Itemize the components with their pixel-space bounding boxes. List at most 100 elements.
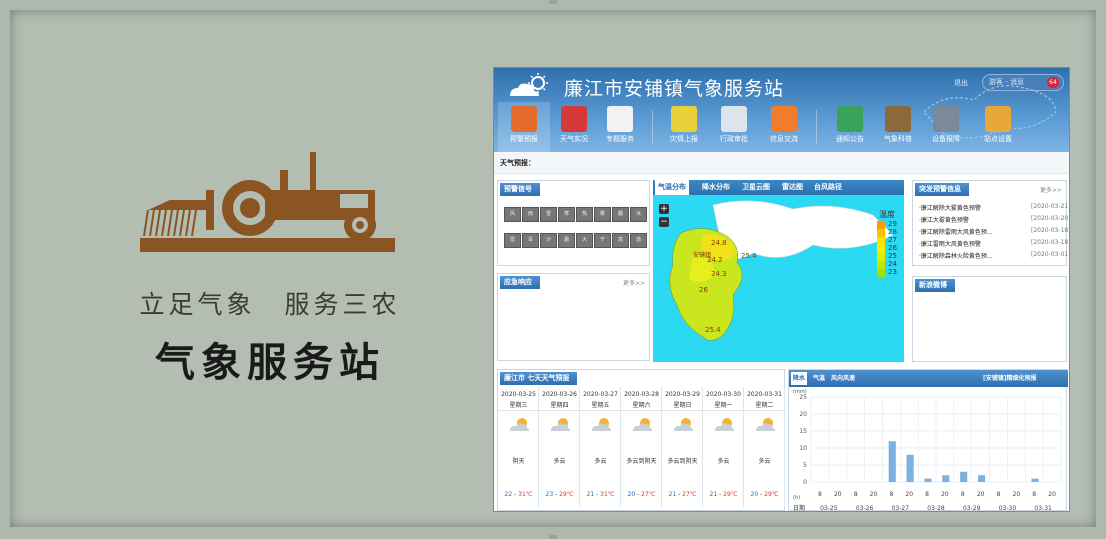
bottom-handle xyxy=(549,535,557,539)
nav-label: 通知公告 xyxy=(836,135,864,143)
legend-label: 28 xyxy=(888,228,897,236)
warning-signal-icon[interactable]: 高 xyxy=(612,233,629,248)
main-nav: 预警预报 天气实况 专题服务 灾情上报 行政审批 信息交流 通知公告 气象科普 … xyxy=(494,102,1069,152)
day-condition: 多云 xyxy=(594,458,607,465)
nav-item-disaster[interactable]: 灾情上报 xyxy=(658,102,710,152)
tab-temp[interactable]: 气温 xyxy=(811,372,827,385)
nav-label: 灾情上报 xyxy=(670,135,698,143)
alert-date: [2020-03-18] xyxy=(1031,227,1070,234)
alert-date: [2020-03-21] xyxy=(1031,203,1070,210)
tab-wind[interactable]: 风向风速 xyxy=(829,372,857,385)
more-link[interactable]: 更多>> xyxy=(623,278,645,287)
tractor-logo xyxy=(140,152,395,252)
warning-signal-icon[interactable]: 霜 xyxy=(558,233,575,248)
hour-unit-label: (h) xyxy=(793,495,800,501)
warning-signal-icon[interactable]: 寒 xyxy=(558,207,575,222)
header-bar: 廉江市安铺镇气象服务站 退出 游客 - 消息 64 预警预报 天气实况 专题服务… xyxy=(494,68,1069,152)
temperature-map xyxy=(669,200,894,341)
legend-swatch xyxy=(877,253,885,261)
warning-signal-icon[interactable]: 风 xyxy=(504,207,521,222)
rain-panel-title: [安铺镇]精细化预报 xyxy=(983,375,1037,382)
tab-temperature[interactable]: 气温分布 xyxy=(655,180,689,195)
warning-signal-icon[interactable]: 冰 xyxy=(630,207,647,222)
alert-item[interactable]: ·廉江雷雨大风黄色预警 [2020-03-18] xyxy=(919,239,1069,248)
nav-item-forecast[interactable]: 预警预报 xyxy=(498,102,550,152)
rain-bar xyxy=(888,441,896,482)
day-weekday: 星期五 xyxy=(591,402,610,409)
nav-item-special[interactable]: 专题服务 xyxy=(594,102,646,152)
day-condition: 多云到阴天 xyxy=(667,458,698,465)
date-tick-label: 03-30 xyxy=(999,505,1017,512)
hour-tick-label: 8 xyxy=(854,491,858,498)
alert-item[interactable]: ·廉江解除森林火险黄色预... [2020-03-01] xyxy=(919,251,1069,260)
nav-separator xyxy=(652,110,653,144)
zoom-in-button[interactable]: + xyxy=(659,204,669,214)
panel-title: 新浪微博 xyxy=(915,279,955,292)
legend-label: 23 xyxy=(888,268,897,276)
tab-typhoon[interactable]: 台风路径 xyxy=(811,180,845,195)
hour-tick-label: 20 xyxy=(870,491,878,498)
alert-item[interactable]: ·廉江解除大雾黄色预警 [2020-03-21] xyxy=(919,203,1069,212)
zoom-out-button[interactable]: − xyxy=(659,217,669,227)
hour-tick-label: 8 xyxy=(1032,491,1036,498)
day-temperature: 23 - 29℃ xyxy=(545,491,574,498)
nav-item-repair[interactable]: 设备报障 xyxy=(920,102,972,152)
nav-item-notice[interactable]: 通知公告 xyxy=(824,102,876,152)
legend-label: 29 xyxy=(888,220,897,228)
y-tick-label: 10 xyxy=(799,445,807,452)
date-tick-label: 03-26 xyxy=(856,505,874,512)
date-tick-label: 03-29 xyxy=(963,505,981,512)
nav-item-settings[interactable]: 站点设置 xyxy=(972,102,1024,152)
tab-rain[interactable]: 降水 xyxy=(791,372,808,385)
warning-signal-icon[interactable]: 旱 xyxy=(522,233,539,248)
warning-signal-icon[interactable]: 雾 xyxy=(594,207,611,222)
warning-signal-icon[interactable]: 干 xyxy=(594,233,611,248)
nav-item-exchange[interactable]: 信息交流 xyxy=(758,102,810,152)
hour-tick-label: 8 xyxy=(961,491,965,498)
hour-tick-label: 8 xyxy=(889,491,893,498)
legend-swatch xyxy=(877,221,885,229)
tab-satellite[interactable]: 卫星云图 xyxy=(739,180,773,195)
warning-signal-icon[interactable]: 热 xyxy=(576,207,593,222)
tab-radar[interactable]: 雷达图 xyxy=(779,180,806,195)
day-date: 2020-03-31 xyxy=(747,391,782,398)
warning-signal-icon[interactable]: 霾 xyxy=(612,207,629,222)
weibo-panel: 新浪微博 xyxy=(912,276,1067,362)
day-date: 2020-03-29 xyxy=(665,391,700,398)
nav-label: 预警预报 xyxy=(510,135,538,143)
week-forecast-panel: 廉江市 七天天气预报 2020-03-25 星期三 阴天 22 - 31℃ 2020-0… xyxy=(497,369,786,511)
warning-signal-icon[interactable]: 沙 xyxy=(540,233,557,248)
legend-swatch xyxy=(877,229,885,237)
nav-item-live[interactable]: 天气实况 xyxy=(548,102,600,152)
warning-signal-icon[interactable]: 雷 xyxy=(504,233,521,248)
website-screenshot: 廉江市安铺镇气象服务站 退出 游客 - 消息 64 预警预报 天气实况 专题服务… xyxy=(493,67,1070,512)
rain-chart: 0 5 10 15 20 25(mm) 8 20 8 20 8 20 8 20 8 20 8 20 8 20 (h) 日期… xyxy=(793,389,1062,512)
rain-bar xyxy=(960,471,968,482)
more-link[interactable]: 更多>> xyxy=(1040,185,1062,194)
warning-signal-icon[interactable]: 雨 xyxy=(522,207,539,222)
cloudy-sun-icon xyxy=(551,418,570,431)
nav-item-science[interactable]: 气象科普 xyxy=(872,102,924,152)
alert-date: [2020-03-20] xyxy=(1031,215,1070,222)
poster-title: 气象服务站 xyxy=(155,340,385,386)
day-weekday: 星期四 xyxy=(550,402,569,409)
alert-item[interactable]: ·廉江解除雷雨大风黄色预... [2020-03-18] xyxy=(919,227,1069,236)
warning-signal-icon[interactable]: 大 xyxy=(576,233,593,248)
warning-signal-icon[interactable]: 道 xyxy=(630,233,647,248)
date-tick-label: 03-31 xyxy=(1034,505,1052,512)
hour-tick-label: 20 xyxy=(905,491,913,498)
nav-item-admin[interactable]: 行政审批 xyxy=(708,102,760,152)
warning-signal-icon[interactable]: 雪 xyxy=(540,207,557,222)
alert-item[interactable]: ·廉江大雾黄色预警 [2020-03-20] xyxy=(919,215,1069,224)
document-icon xyxy=(607,106,633,132)
tab-rainfall[interactable]: 降水分布 xyxy=(699,180,733,195)
hour-tick-label: 20 xyxy=(1048,491,1056,498)
date-axis-label: 日期 xyxy=(793,504,805,512)
hour-tick-label: 20 xyxy=(941,491,949,498)
legend-label: 26 xyxy=(888,244,897,252)
legend-swatch xyxy=(877,245,885,253)
alerts-panel: 突发预警信息 更多>> ·廉江解除大雾黄色预警 [2020-03-21] ·廉江大雾… xyxy=(912,180,1069,266)
day-date: 2020-03-27 xyxy=(583,391,618,398)
panel-title: 廉江市 七天天气预报 xyxy=(500,372,578,385)
map-value-label: 24.3 xyxy=(711,270,727,278)
